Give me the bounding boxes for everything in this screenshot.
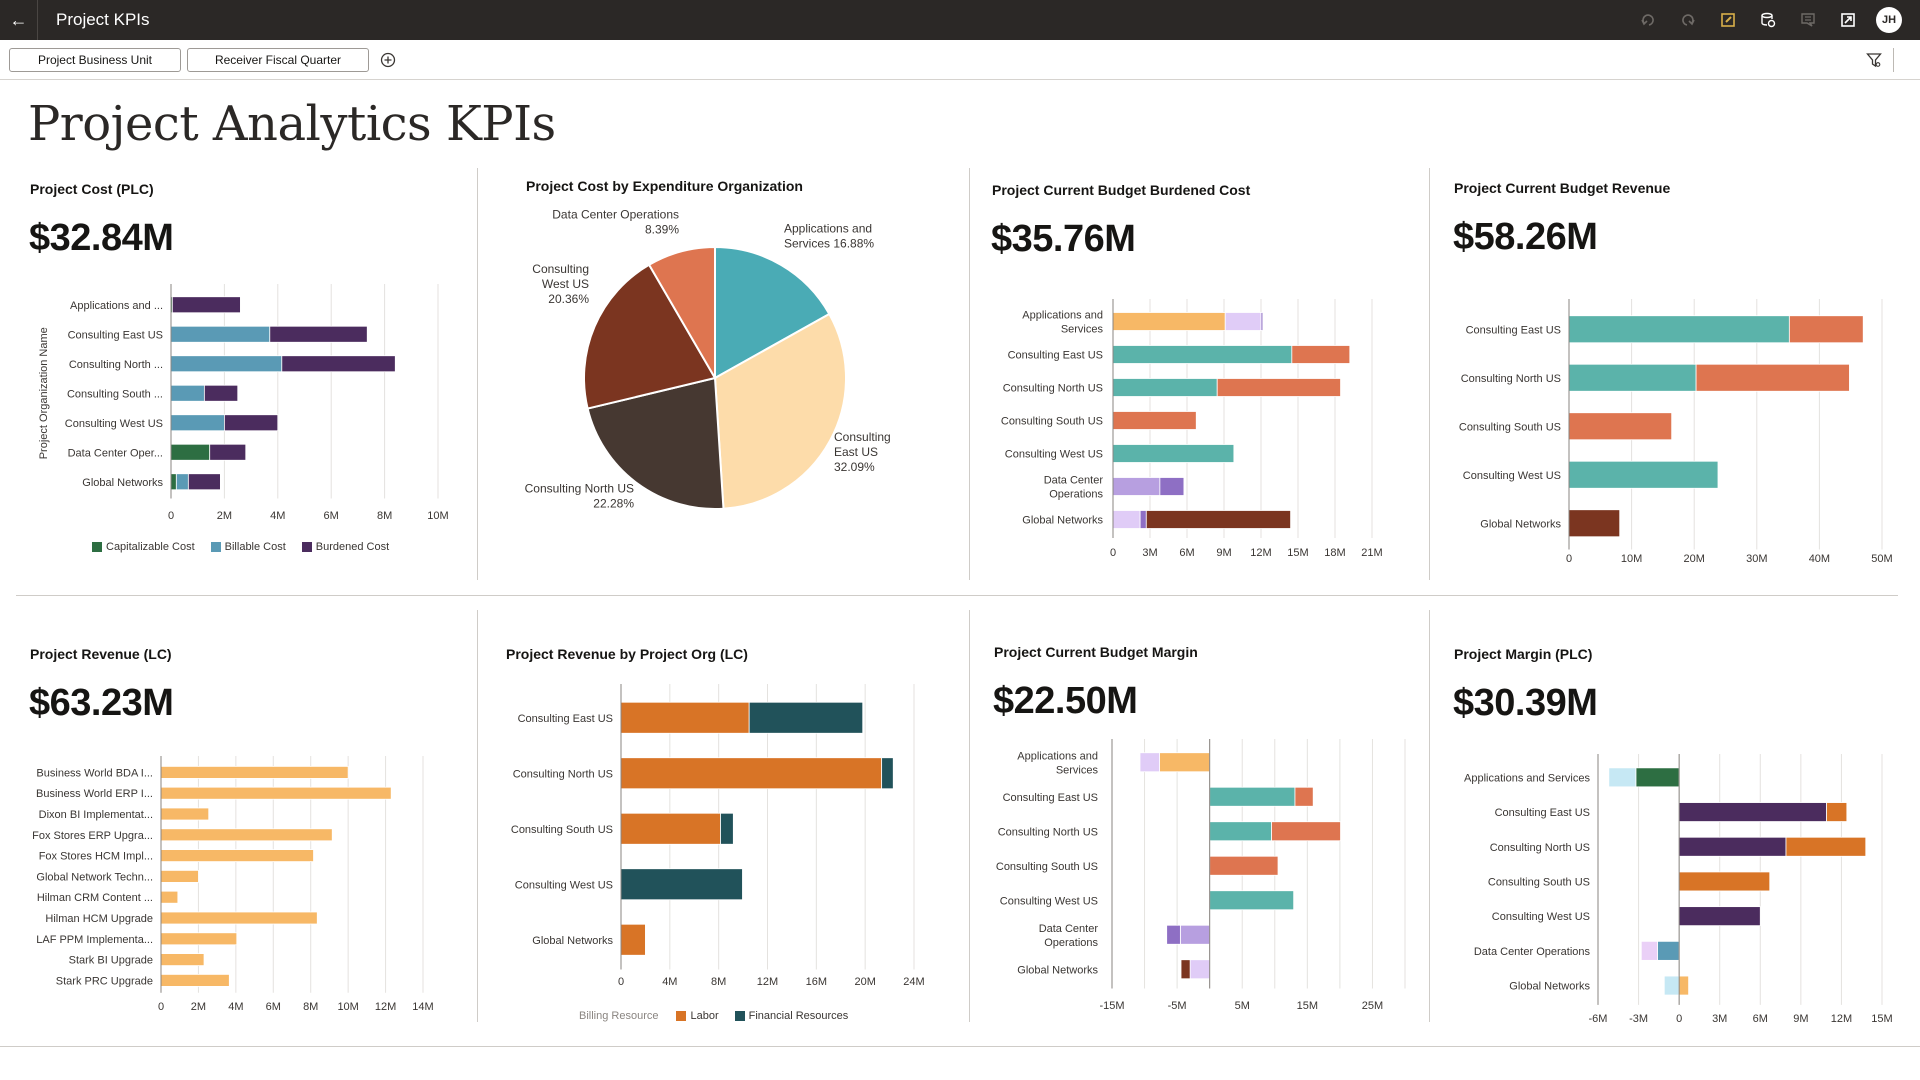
x-tick-label: 9M <box>1793 1013 1808 1025</box>
x-tick-label: 6M <box>1753 1013 1768 1025</box>
category-label: Consulting West US <box>1492 911 1590 923</box>
category-label: Consulting North US <box>1490 842 1590 854</box>
x-tick-label: -6M <box>1589 1013 1608 1025</box>
x-tick-label: 12M <box>1831 1013 1852 1025</box>
category-label: Global Networks <box>1509 981 1590 993</box>
bar-segment <box>1826 802 1848 822</box>
bar-segment <box>1678 975 1690 996</box>
category-label: Consulting South US <box>1488 876 1590 888</box>
bar-segment <box>1640 940 1658 961</box>
x-tick-label: 15M <box>1871 1013 1892 1025</box>
bar-segment <box>1608 767 1637 788</box>
bar-segment <box>1678 802 1827 822</box>
x-tick-label: 3M <box>1712 1013 1727 1025</box>
bar-segment <box>1663 975 1680 996</box>
project-margin-chart: -6M -3M 0 3M 6M 9M 12M 15M Applications and Serv… <box>1464 754 1893 1025</box>
bar-segment <box>1785 836 1867 857</box>
bar-segment <box>1635 767 1680 788</box>
x-tick-label: -3M <box>1629 1013 1648 1025</box>
category-label: Applications and Services <box>1464 772 1590 784</box>
category-label: Consulting East US <box>1495 807 1590 819</box>
bar-segment <box>1678 836 1787 857</box>
bar-segment <box>1657 940 1680 961</box>
bar-segment <box>1678 871 1771 892</box>
bar-segment <box>1678 906 1761 927</box>
category-label: Data Center Operations <box>1474 946 1591 958</box>
x-tick-label: 0 <box>1676 1013 1682 1025</box>
